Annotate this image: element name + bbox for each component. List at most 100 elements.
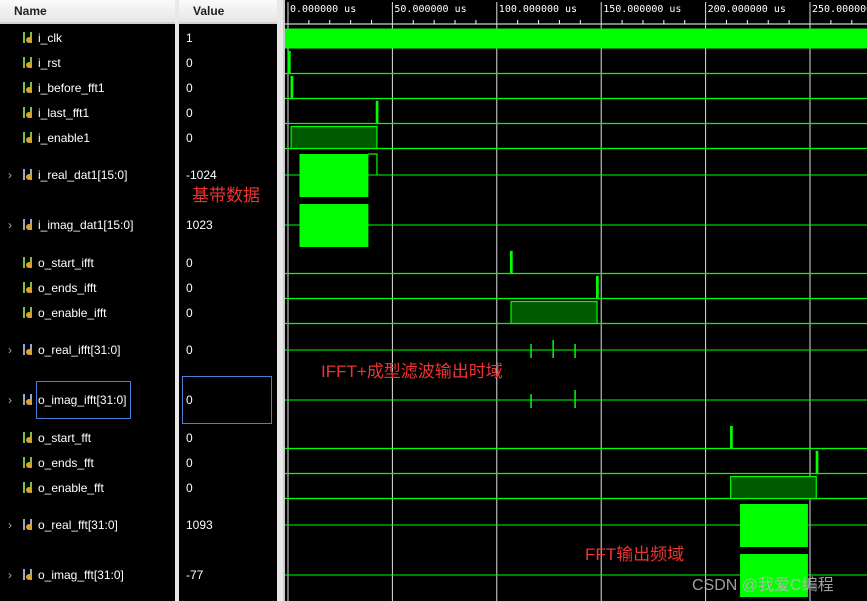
time-tick-label: 100.000000 us [499, 4, 577, 15]
dense-data-block [299, 154, 369, 197]
high-pulse [509, 250, 513, 275]
signal-row-i-before-fft1[interactable]: i_before_fft1 [0, 75, 175, 100]
signal-name[interactable]: o_start_ifft [0, 256, 94, 270]
dense-data-block [299, 204, 369, 247]
value-column-header[interactable]: Value [179, 0, 277, 24]
high-pulse [730, 475, 817, 500]
signal-row-i-last-fft1[interactable]: i_last_fft1 [0, 100, 175, 125]
annotation-ifft: IFFT+成型滤波输出时域 [321, 362, 503, 381]
waveform-canvas[interactable]: 0.000000 us 50.000000 us 100.000000 us 150.… [285, 0, 867, 601]
signal-name[interactable]: i_real_dat1[15:0] [0, 168, 127, 182]
signal-value: 1093 [186, 518, 213, 532]
signal-value-cell: 0 [179, 125, 277, 150]
value-panel: Value 1 0 0 0 0 -1024 1023 0 0 0 0 0 0 0 0 1093 -77 [179, 0, 277, 601]
signal-row-o-real-fft[interactable]: › o_real_fft[31:0] [0, 500, 175, 550]
watermark: CSDN @我爱C编程 [692, 577, 834, 594]
name-column-header[interactable]: Name [0, 0, 175, 24]
signal-value-cell: 0 [179, 275, 277, 300]
signal-name[interactable]: o_ends_ifft [0, 281, 97, 295]
signal-row-o-enable-ifft[interactable]: o_enable_ifft [0, 300, 175, 325]
signal-value: 0 [186, 480, 193, 495]
signal-name[interactable]: o_enable_ifft [0, 306, 107, 320]
high-pulse [287, 50, 291, 75]
high-pulse [375, 100, 379, 125]
signal-row-o-ends-fft[interactable]: o_ends_fft [0, 450, 175, 475]
signal-name[interactable]: o_imag_ifft[31:0] [36, 381, 131, 419]
signal-value: 0 [186, 305, 193, 320]
signal-value-cell: 0 [179, 75, 277, 100]
signal-value-cell: 1 [179, 25, 277, 50]
signal-value: 0 [186, 80, 193, 95]
signal-value: 0 [186, 430, 193, 445]
signal-value: -1024 [186, 168, 217, 182]
expand-chevron-icon[interactable]: › [8, 393, 12, 407]
signal-row-i-clk[interactable]: i_clk [0, 25, 175, 50]
signal-name[interactable]: i_imag_dat1[15:0] [0, 218, 133, 232]
signal-name[interactable]: o_enable_fft [0, 481, 104, 495]
time-tick-label: 50.000000 us [394, 4, 466, 15]
annotation-fft: FFT输出频域 [585, 545, 685, 564]
high-pulse [815, 450, 819, 475]
time-tick-label: 250.000000 [812, 4, 867, 15]
signal-value: 0 [186, 255, 193, 270]
signal-row-o-imag-fft[interactable]: › o_imag_fft[31:0] [0, 550, 175, 600]
signal-name[interactable]: o_ends_fft [0, 456, 94, 470]
signal-value: 0 [186, 455, 193, 470]
signal-value: 0 [186, 105, 193, 120]
signal-name[interactable]: o_start_fft [0, 431, 91, 445]
signal-row-o-ends-ifft[interactable]: o_ends_ifft [0, 275, 175, 300]
signal-value-cell: 1023 [179, 200, 277, 250]
bus-transition [368, 153, 378, 175]
signal-value: -77 [186, 568, 204, 582]
signal-value: 0 [186, 280, 193, 295]
signal-name[interactable]: o_imag_fft[31:0] [0, 568, 124, 582]
name-panel: Name i_clk i_rst i_before_fft1 i_last_fft1i… [0, 0, 175, 601]
signal-value: 1023 [186, 218, 213, 232]
signal-name[interactable]: o_real_fft[31:0] [0, 518, 118, 532]
high-pulse [290, 125, 378, 150]
signal-name[interactable]: i_enable1 [0, 131, 90, 145]
signal-value-cell: 0 [179, 425, 277, 450]
signal-value-cell: 0 [179, 100, 277, 125]
signal-name[interactable]: i_before_fft1 [0, 81, 105, 95]
signal-value-cell: 0 [179, 50, 277, 75]
high-pulse [596, 275, 599, 300]
signal-row-o-start-fft[interactable]: o_start_fft [0, 425, 175, 450]
waveform-panel[interactable]: 0.000000 us 50.000000 us 100.000000 us 150.… [283, 0, 867, 601]
signal-row-o-start-ifft[interactable]: o_start_ifft [0, 250, 175, 275]
signal-value-cell: -77 [179, 550, 277, 600]
signal-row-i-imag-dat1[interactable]: › i_imag_dat1[15:0] [0, 200, 175, 250]
time-tick-label: 0.000000 us [290, 4, 356, 15]
signal-value-cell: 1093 [179, 500, 277, 550]
annotation-baseband: 基带数据 [192, 186, 260, 205]
signal-row-o-imag-ifft[interactable]: › o_imag_ifft[31:0] [0, 375, 175, 425]
signal-value-cell: 0 [179, 375, 277, 425]
signal-name[interactable]: o_real_ifft[31:0] [0, 343, 121, 357]
signal-value-cell: 0 [179, 300, 277, 325]
clock-waveform [285, 28, 867, 49]
high-pulse [510, 300, 598, 325]
signal-value-cell: 0 [179, 325, 277, 375]
signal-value-cell: 0 [179, 250, 277, 275]
signal-value: 0 [186, 130, 193, 145]
signal-value: 0 [182, 376, 272, 424]
signal-value-cell: 0 [179, 475, 277, 500]
signal-row-o-enable-fft[interactable]: o_enable_fft [0, 475, 175, 500]
dense-data-block [740, 504, 808, 547]
signal-row-i-rst[interactable]: i_rst [0, 50, 175, 75]
high-pulse [730, 425, 733, 450]
signal-value: 0 [186, 343, 193, 357]
signal-value-cell: 0 [179, 450, 277, 475]
signal-value: 1 [186, 30, 193, 45]
signal-value: 0 [186, 55, 193, 70]
signal-name[interactable]: i_clk [0, 31, 62, 45]
time-tick-label: 150.000000 us [603, 4, 681, 15]
signal-name[interactable]: i_rst [0, 56, 61, 70]
bus-signal-icon [22, 393, 34, 406]
signal-row-i-real-dat1[interactable]: › i_real_dat1[15:0] [0, 150, 175, 200]
signal-name[interactable]: i_last_fft1 [0, 106, 89, 120]
signal-row-i-enable1[interactable]: i_enable1 [0, 125, 175, 150]
signal-row-o-real-ifft[interactable]: › o_real_ifft[31:0] [0, 325, 175, 375]
time-tick-label: 200.000000 us [708, 4, 786, 15]
high-pulse [290, 75, 294, 100]
